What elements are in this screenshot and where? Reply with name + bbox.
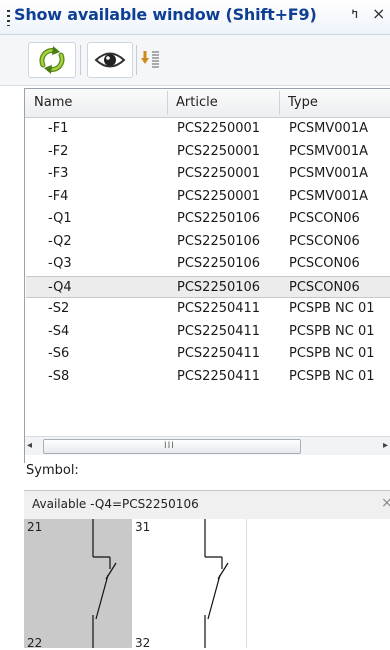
close-icon[interactable]: ×: [372, 4, 385, 23]
scroll-grip-icon: III: [164, 441, 175, 451]
table-cell-article: PCS2250106: [177, 279, 261, 295]
table-cell-article: PCS2250411: [177, 301, 261, 316]
table-row[interactable]: -Q3 PCS2250106 PCSCON06: [26, 253, 390, 275]
table-cell-type: PCSMV001A: [289, 188, 368, 204]
components-table: Name Article Type -F1 PCS2250001 PCSMV001A…: [24, 88, 390, 463]
table-cell-article: PCS2250411: [177, 323, 261, 339]
arrow-list-icon: [141, 51, 159, 68]
window-title: Show available window (Shift+F9): [14, 5, 317, 24]
table-cell-type: PCSPB NC 01: [289, 368, 375, 384]
table-row[interactable]: -S8 PCS2250411 PCSPB NC 01: [26, 366, 390, 388]
table-cell-type: PCSPB NC 01: [289, 323, 375, 339]
view-button[interactable]: [87, 42, 133, 78]
table-row[interactable]: -S4 PCS2250411 PCSPB NC 01: [26, 321, 390, 343]
table-cell-type: PCSCON06: [289, 279, 360, 295]
table-row[interactable]: -F2 PCS2250001 PCSMV001A: [26, 141, 390, 163]
table-cell-name: -S6: [48, 346, 70, 361]
arrow-list-button[interactable]: [140, 49, 160, 71]
horizontal-scrollbar[interactable]: ◂ III ▸: [25, 436, 390, 455]
column-header-name[interactable]: Name: [34, 95, 72, 110]
scroll-thumb[interactable]: III: [43, 439, 301, 454]
available-text: Available -Q4=PCS2250106: [32, 497, 199, 511]
table-header: Name Article Type: [25, 89, 390, 118]
column-header-article[interactable]: Article: [176, 95, 218, 110]
table-cell-name: -Q2: [48, 233, 72, 249]
table-cell-type: PCSPB NC 01: [289, 301, 375, 316]
close-icon[interactable]: ×: [381, 495, 390, 511]
contact-symbol[interactable]: 31 32: [132, 519, 247, 650]
table-cell-article: PCS2250106: [177, 233, 261, 249]
table-cell-name: -Q4: [48, 279, 72, 295]
table-cell-name: -Q3: [48, 256, 72, 271]
table-cell-article: PCS2250001: [177, 166, 261, 181]
table-cell-type: PCSCON06: [289, 233, 360, 249]
toolbar-separator: [80, 45, 81, 75]
contact-symbol-selected[interactable]: 21 22: [24, 519, 132, 650]
table-cell-article: PCS2250001: [177, 143, 261, 159]
table-row[interactable]: -S6 PCS2250411 PCSPB NC 01: [26, 343, 390, 365]
table-cell-name: -S8: [48, 368, 70, 384]
table-cell-type: PCSMV001A: [289, 166, 368, 181]
nc-contact-symbol-icon: [92, 519, 117, 648]
table-cell-article: PCS2250001: [177, 188, 261, 204]
table-row[interactable]: -Q4 PCS2250106 PCSCON06: [26, 275, 390, 298]
dock-strip: [0, 88, 23, 648]
table-row[interactable]: -F1 PCS2250001 PCSMV001A: [26, 118, 390, 140]
table-cell-type: PCSMV001A: [289, 121, 368, 136]
table-cell-type: PCSCON06: [289, 256, 360, 271]
pin-icon[interactable]: ߤ: [351, 6, 358, 22]
table-cell-name: -S2: [48, 301, 70, 316]
available-tab[interactable]: Available -Q4=PCS2250106 ×: [24, 490, 390, 520]
table-cell-article: PCS2250411: [177, 346, 261, 361]
toolbar: [0, 35, 390, 86]
scroll-left-icon[interactable]: ◂: [27, 440, 32, 451]
table-row[interactable]: -Q1 PCS2250106 PCSCON06: [26, 208, 390, 230]
eye-icon: [94, 52, 126, 68]
toolbar-separator: [136, 45, 137, 75]
symbol-label: Symbol:: [26, 463, 79, 478]
table-cell-article: PCS2250411: [177, 368, 261, 384]
table-cell-name: -F2: [48, 143, 69, 159]
table-cell-name: -F4: [48, 188, 69, 204]
table-cell-article: PCS2250001: [177, 121, 261, 136]
nc-contact-symbol-icon: [204, 519, 229, 648]
table-cell-name: -F3: [48, 166, 69, 181]
table-cell-article: PCS2250106: [177, 211, 261, 226]
drag-grip-icon[interactable]: [7, 10, 10, 26]
table-cell-article: PCS2250106: [177, 256, 261, 271]
table-cell-type: PCSPB NC 01: [289, 346, 375, 361]
scroll-right-icon[interactable]: ▸: [383, 440, 388, 451]
table-row[interactable]: -F3 PCS2250001 PCSMV001A: [26, 163, 390, 185]
symbol-preview: 21 22 31 32: [24, 519, 390, 650]
table-row[interactable]: -S2 PCS2250411 PCSPB NC 01: [26, 298, 390, 320]
column-divider[interactable]: [279, 91, 280, 115]
column-divider[interactable]: [167, 91, 168, 115]
refresh-icon: [39, 46, 65, 74]
table-cell-name: -F1: [48, 121, 69, 136]
refresh-button[interactable]: [28, 42, 76, 78]
table-cell-type: PCSCON06: [289, 211, 360, 226]
table-row[interactable]: -Q2 PCS2250106 PCSCON06: [26, 231, 390, 253]
table-cell-name: -S4: [48, 323, 70, 339]
table-cell-type: PCSMV001A: [289, 143, 368, 159]
title-bar: Show available window (Shift+F9) ߤ ×: [0, 0, 390, 35]
table-row[interactable]: -F4 PCS2250001 PCSMV001A: [26, 186, 390, 208]
available-window-panel: Show available window (Shift+F9) ߤ × Nam…: [0, 0, 390, 650]
column-header-type[interactable]: Type: [288, 95, 318, 110]
table-cell-name: -Q1: [48, 211, 72, 226]
